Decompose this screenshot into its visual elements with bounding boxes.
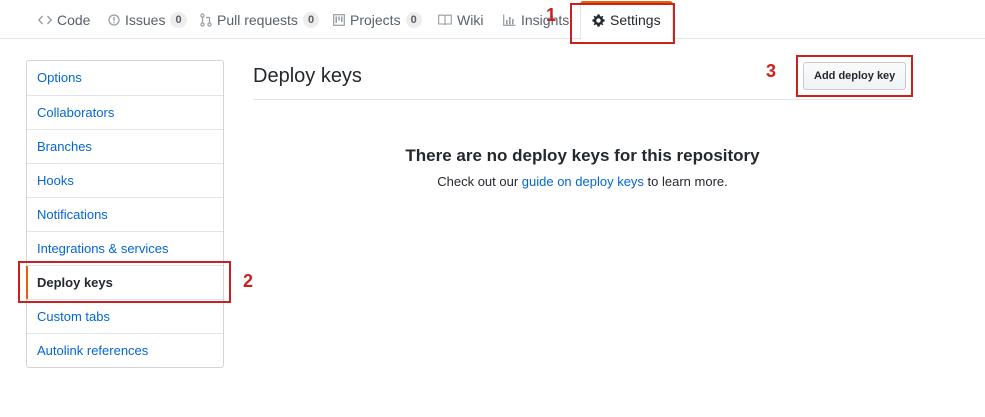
tab-insights[interactable]: Insights <box>503 0 569 39</box>
tab-label: Issues <box>125 11 166 28</box>
tab-label: Projects <box>350 11 401 28</box>
tab-code[interactable]: Code <box>38 0 90 39</box>
sidebar-item-autolink-references[interactable]: Autolink references <box>27 333 223 367</box>
blankslate-heading: There are no deploy keys for this reposi… <box>405 146 760 165</box>
blankslate: There are no deploy keys for this reposi… <box>253 146 912 189</box>
blankslate-text: Check out our guide on deploy keys to le… <box>253 174 912 189</box>
annotation-highlight-settings <box>570 3 675 44</box>
project-icon <box>333 13 345 26</box>
tab-label: Wiki <box>457 11 484 28</box>
sidebar-item-hooks[interactable]: Hooks <box>27 163 223 197</box>
sidebar-item-collaborators[interactable]: Collaborators <box>27 95 223 129</box>
sidebar-item-notifications[interactable]: Notifications <box>27 197 223 231</box>
book-icon <box>438 14 452 26</box>
sidebar-item-integrations-services[interactable]: Integrations & services <box>27 231 223 265</box>
sidebar-item-custom-tabs[interactable]: Custom tabs <box>27 299 223 333</box>
tab-issues[interactable]: Issues 0 <box>108 0 187 39</box>
tab-label: Pull requests <box>217 11 298 28</box>
issue-icon <box>108 13 120 26</box>
settings-sidebar-menu: Options Collaborators Branches Hooks Not… <box>26 60 224 368</box>
code-icon <box>38 14 52 26</box>
tab-pull-requests[interactable]: Pull requests 0 <box>200 0 320 39</box>
annotation-number-2: 2 <box>243 271 254 291</box>
blankslate-text-before: Check out our <box>437 174 522 189</box>
annotation-number-1: 1 <box>546 5 557 25</box>
pull-requests-counter: 0 <box>302 11 320 28</box>
annotation-highlight-add-deploy-key <box>796 55 913 97</box>
page-title: Deploy keys <box>253 65 362 87</box>
tab-projects[interactable]: Projects 0 <box>333 0 422 39</box>
tab-wiki[interactable]: Wiki <box>438 0 483 39</box>
issues-counter: 0 <box>170 11 187 28</box>
deploy-keys-guide-link[interactable]: guide on deploy keys <box>522 174 644 189</box>
annotation-highlight-deploy-keys <box>18 261 231 303</box>
sidebar-item-branches[interactable]: Branches <box>27 129 223 163</box>
repo-nav: Code Issues 0 Pull requests 0 Projects 0… <box>0 0 985 41</box>
pull-request-icon <box>200 12 212 27</box>
annotation-number-3: 3 <box>766 61 777 81</box>
sidebar-item-options[interactable]: Options <box>27 61 223 95</box>
graph-icon <box>503 14 516 26</box>
projects-counter: 0 <box>405 11 422 28</box>
tab-label: Code <box>57 11 91 28</box>
blankslate-text-after: to learn more. <box>643 174 728 189</box>
